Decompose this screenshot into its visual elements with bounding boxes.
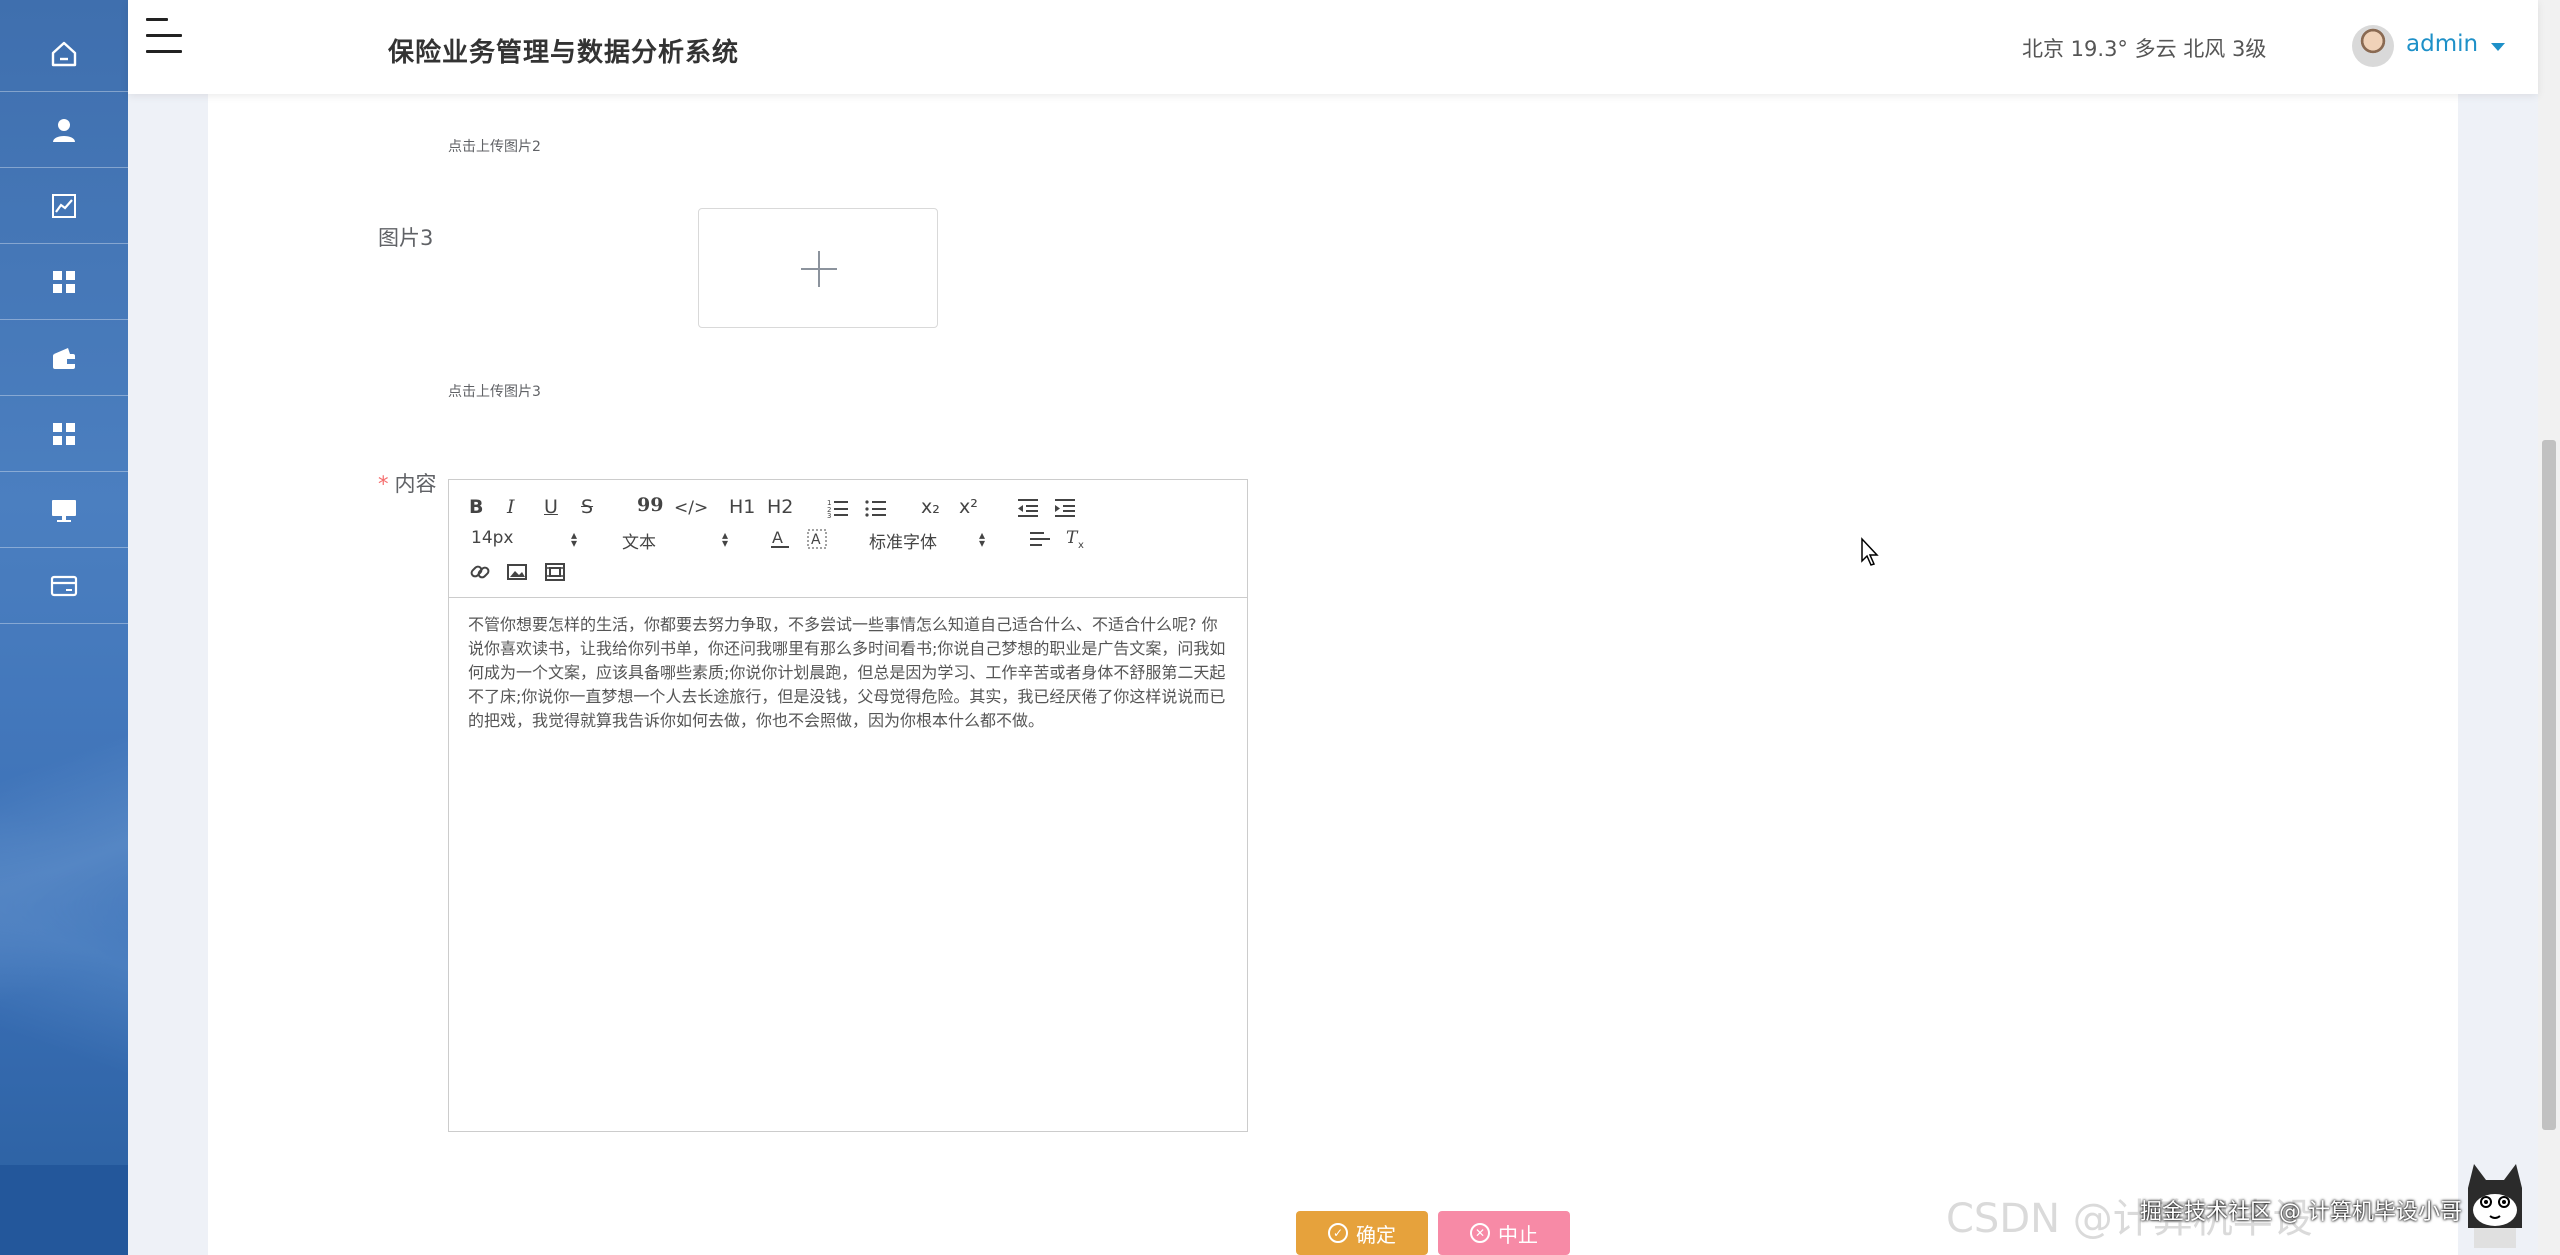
chart-icon: [52, 193, 76, 218]
clear-format-icon[interactable]: Tx: [1065, 528, 1089, 550]
svg-text:A: A: [811, 532, 821, 548]
check-circle-icon: ✓: [1328, 1223, 1348, 1243]
scrollbar-thumb[interactable]: [2542, 440, 2556, 1130]
sidebar-item-card[interactable]: [0, 548, 128, 624]
sidebar-item-home[interactable]: [0, 16, 128, 92]
content-label: * 内容: [378, 468, 437, 498]
upload2-hint: 点击上传图片2: [448, 139, 541, 155]
editor-content[interactable]: 不管你想要怎样的生活，你都要去努力争取，不多尝试一些事情怎么知道自己适合什么、不…: [468, 613, 1228, 733]
background-color-icon[interactable]: A: [806, 528, 828, 550]
username-dropdown[interactable]: admin: [2406, 31, 2478, 57]
monitor-icon: [52, 499, 76, 522]
mouse-cursor-icon: [1861, 537, 1879, 566]
h2-button[interactable]: H2: [767, 496, 793, 518]
font-size-select[interactable]: 14px ▴ ▾: [471, 528, 591, 550]
weather-info: 北京 19.3° 多云 北风 3级: [2022, 37, 2267, 61]
indent-icon[interactable]: [1054, 498, 1076, 518]
align-left-icon[interactable]: [1029, 530, 1051, 550]
font-family-select[interactable]: 标准字体 ▴ ▾: [869, 528, 999, 553]
juejin-watermark: 掘金技术社区 @ 计算机毕设小哥: [2140, 1200, 2462, 1225]
grid-icon: [53, 270, 75, 293]
sidebar-item-grid[interactable]: [0, 244, 128, 320]
close-circle-icon: ✕: [1470, 1223, 1490, 1243]
image-icon[interactable]: [506, 562, 528, 582]
outdent-icon[interactable]: [1017, 498, 1039, 518]
subscript-button[interactable]: x₂: [921, 496, 940, 518]
image3-uploader[interactable]: [698, 208, 938, 328]
h1-button[interactable]: H1: [729, 496, 755, 518]
avatar[interactable]: [2352, 25, 2394, 67]
upload3-hint: 点击上传图片3: [448, 384, 541, 400]
user-icon: [53, 118, 75, 142]
home-icon: [51, 41, 77, 66]
svg-text:A: A: [772, 528, 783, 547]
sidebar: [0, 0, 128, 1255]
card-icon: [50, 575, 78, 596]
superscript-button[interactable]: x²: [959, 496, 978, 518]
sidebar-background-art: [0, 555, 128, 1255]
page-scrollbar[interactable]: [2538, 0, 2560, 1255]
grid-icon: [53, 422, 75, 445]
code-button[interactable]: </>: [674, 497, 708, 519]
svg-text:x: x: [1078, 540, 1084, 550]
cancel-button[interactable]: ✕ 中止: [1438, 1211, 1570, 1255]
sidebar-item-monitor[interactable]: [0, 472, 128, 548]
hamburger-menu-icon[interactable]: [146, 18, 182, 54]
rich-text-editor: B I U S 99 </> H1 H2 123 x₂ x² 14px ▴ ▾ …: [448, 479, 1248, 1132]
sidebar-item-chart[interactable]: [0, 168, 128, 244]
svg-text:3: 3: [827, 512, 831, 518]
wallet-icon: [53, 347, 75, 369]
link-icon[interactable]: [469, 561, 491, 583]
header-select[interactable]: 文本 ▴ ▾: [622, 528, 742, 553]
video-icon[interactable]: [544, 562, 566, 582]
required-mark: *: [378, 472, 389, 496]
content-label-text: 内容: [394, 472, 437, 496]
app-title: 保险业务管理与数据分析系统: [388, 38, 740, 68]
strike-button[interactable]: S: [581, 496, 593, 518]
sidebar-item-wallet[interactable]: [0, 320, 128, 396]
confirm-button[interactable]: ✓ 确定: [1296, 1211, 1428, 1255]
underline-button[interactable]: U: [544, 496, 558, 518]
italic-button[interactable]: I: [507, 496, 515, 518]
ordered-list-icon[interactable]: 123: [827, 498, 849, 518]
cat-mascot-icon: [2468, 1164, 2522, 1248]
sidebar-item-user[interactable]: [0, 92, 128, 168]
bold-button[interactable]: B: [469, 496, 483, 518]
top-header: 保险业务管理与数据分析系统 北京 19.3° 多云 北风 3级 admin: [128, 0, 2538, 94]
chevron-down-icon[interactable]: [2491, 43, 2505, 51]
image3-label: 图片3: [378, 226, 434, 250]
sidebar-bottom-band: [0, 1165, 128, 1255]
editor-toolbar: B I U S 99 </> H1 H2 123 x₂ x² 14px ▴ ▾ …: [449, 480, 1247, 598]
sidebar-item-grid-2[interactable]: [0, 396, 128, 472]
font-color-icon[interactable]: A: [769, 528, 791, 550]
blockquote-button[interactable]: 99: [637, 494, 663, 516]
bullet-list-icon[interactable]: [865, 498, 887, 518]
